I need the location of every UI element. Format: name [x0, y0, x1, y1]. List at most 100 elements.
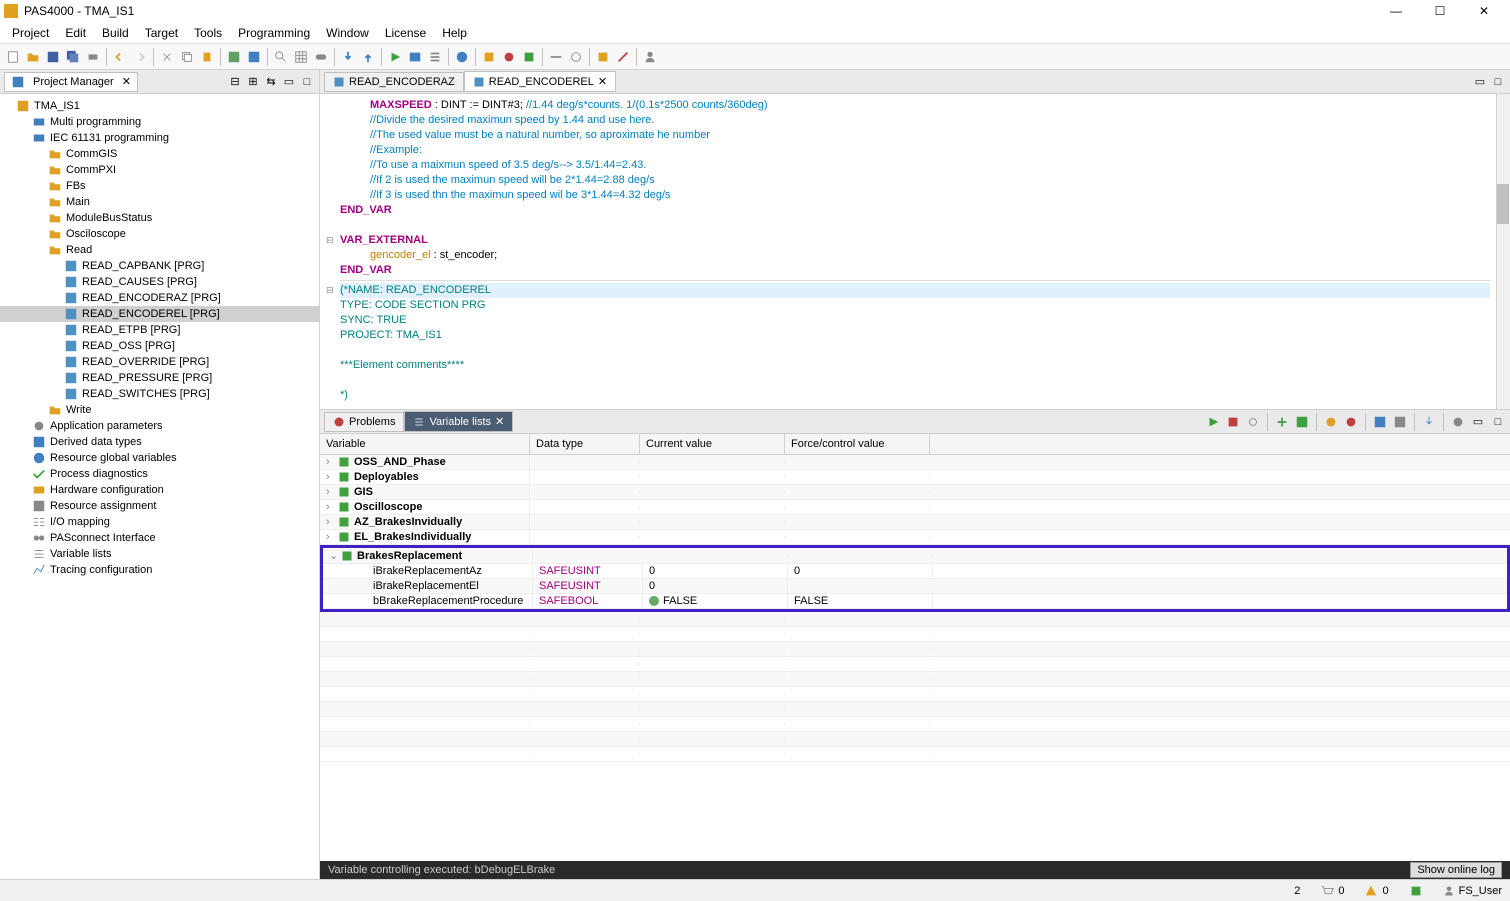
- copy-icon[interactable]: [178, 48, 196, 66]
- tree-res-assign[interactable]: Resource assignment: [0, 498, 319, 514]
- editor-tab-encoderaz[interactable]: READ_ENCODERAZ: [324, 72, 464, 92]
- add-icon[interactable]: [1274, 414, 1290, 430]
- max-bottom-icon[interactable]: □: [1490, 414, 1506, 430]
- tree-folder-commgis[interactable]: CommGIS: [0, 146, 319, 162]
- var-group-oscilloscope[interactable]: ›Oscilloscope: [320, 500, 1510, 515]
- stop-icon[interactable]: [1225, 414, 1241, 430]
- export-icon[interactable]: [1421, 414, 1437, 430]
- var-row-ibrakeel[interactable]: iBrakeReplacementElSAFEUSINT0: [323, 579, 1507, 594]
- close-tab-icon[interactable]: ✕: [598, 75, 607, 88]
- tree-folder-modulebus[interactable]: ModuleBusStatus: [0, 210, 319, 226]
- menu-help[interactable]: Help: [434, 24, 475, 42]
- status-connection[interactable]: [1409, 884, 1423, 898]
- tree-derived-types[interactable]: Derived data types: [0, 434, 319, 450]
- min-bottom-icon[interactable]: ▭: [1470, 414, 1486, 430]
- editor-scrollbar[interactable]: [1496, 94, 1510, 409]
- tree-prg-etpb[interactable]: READ_ETPB [PRG]: [0, 322, 319, 338]
- cut-icon[interactable]: [158, 48, 176, 66]
- status-cart[interactable]: 0: [1320, 884, 1344, 898]
- refresh-icon[interactable]: [1245, 414, 1261, 430]
- view1-icon[interactable]: [1372, 414, 1388, 430]
- expand-icon[interactable]: ›: [326, 501, 338, 513]
- tree-iec-prog[interactable]: IEC 61131 programming: [0, 130, 319, 146]
- expand-icon[interactable]: ›: [326, 471, 338, 483]
- tree-prg-oss[interactable]: READ_OSS [PRG]: [0, 338, 319, 354]
- find-icon[interactable]: [272, 48, 290, 66]
- settings-icon[interactable]: [1450, 414, 1466, 430]
- play-icon[interactable]: [386, 48, 404, 66]
- tree-folder-osciloscope[interactable]: Osciloscope: [0, 226, 319, 242]
- project-manager-tab[interactable]: Project Manager ✕: [4, 72, 138, 92]
- scrollbar-thumb[interactable]: [1497, 184, 1509, 224]
- tool6-icon[interactable]: [594, 48, 612, 66]
- tree-io-map[interactable]: I/O mapping: [0, 514, 319, 530]
- tree-prg-causes[interactable]: READ_CAUSES [PRG]: [0, 274, 319, 290]
- tree-folder-read[interactable]: Read: [0, 242, 319, 258]
- fold-icon[interactable]: ⊟: [326, 233, 334, 248]
- var-group-deployables[interactable]: ›Deployables: [320, 470, 1510, 485]
- tree-prg-switches[interactable]: READ_SWITCHES [PRG]: [0, 386, 319, 402]
- print-icon[interactable]: [84, 48, 102, 66]
- tab-variable-lists[interactable]: Variable lists ✕: [404, 411, 513, 432]
- tree-folder-commpxi[interactable]: CommPXI: [0, 162, 319, 178]
- header-force[interactable]: Force/control value: [785, 434, 930, 454]
- redo-icon[interactable]: [131, 48, 149, 66]
- show-online-log-button[interactable]: Show online log: [1410, 862, 1502, 878]
- tool7-icon[interactable]: [614, 48, 632, 66]
- undo-icon[interactable]: [111, 48, 129, 66]
- var-group-elbrakes[interactable]: ›EL_BrakesIndividually: [320, 530, 1510, 545]
- var-group-gis[interactable]: ›GIS: [320, 485, 1510, 500]
- collapse-icon[interactable]: ⌄: [329, 549, 341, 562]
- list-icon[interactable]: [426, 48, 444, 66]
- tool4-icon[interactable]: [547, 48, 565, 66]
- force-icon[interactable]: [1323, 414, 1339, 430]
- var-group-azbrakes[interactable]: ›AZ_BrakesInvidually: [320, 515, 1510, 530]
- user-icon[interactable]: [641, 48, 659, 66]
- close-button[interactable]: ✕: [1462, 0, 1506, 22]
- menu-edit[interactable]: Edit: [57, 24, 94, 42]
- paste-icon[interactable]: [198, 48, 216, 66]
- menu-programming[interactable]: Programming: [230, 24, 318, 42]
- tool5-icon[interactable]: [567, 48, 585, 66]
- globe-icon[interactable]: [453, 48, 471, 66]
- unforce-icon[interactable]: [1343, 414, 1359, 430]
- download-icon[interactable]: [339, 48, 357, 66]
- expand-icon[interactable]: ›: [326, 456, 338, 468]
- status-warn[interactable]: 0: [1364, 884, 1388, 898]
- add-var-icon[interactable]: [1294, 414, 1310, 430]
- expand-icon[interactable]: ›: [326, 486, 338, 498]
- tree-folder-fbs[interactable]: FBs: [0, 178, 319, 194]
- menu-window[interactable]: Window: [318, 24, 377, 42]
- expand-all-icon[interactable]: ⊞: [245, 74, 261, 90]
- tree-root[interactable]: TMA_IS1: [0, 98, 319, 114]
- tree-folder-main[interactable]: Main: [0, 194, 319, 210]
- tree-prg-encoderaz[interactable]: READ_ENCODERAZ [PRG]: [0, 290, 319, 306]
- open-icon[interactable]: [24, 48, 42, 66]
- close-panel-icon[interactable]: ✕: [122, 75, 131, 88]
- upload-icon[interactable]: [359, 48, 377, 66]
- menu-build[interactable]: Build: [94, 24, 137, 42]
- tree-pasconnect[interactable]: PASconnect Interface: [0, 530, 319, 546]
- tree-var-lists[interactable]: Variable lists: [0, 546, 319, 562]
- menu-project[interactable]: Project: [4, 24, 57, 42]
- variable-table[interactable]: Variable Data type Current value Force/c…: [320, 434, 1510, 861]
- max-editor-icon[interactable]: □: [1490, 74, 1506, 90]
- tool2-icon[interactable]: [500, 48, 518, 66]
- menu-license[interactable]: License: [377, 24, 434, 42]
- minimize-button[interactable]: —: [1374, 0, 1418, 22]
- table-icon[interactable]: [406, 48, 424, 66]
- view2-icon[interactable]: [1392, 414, 1408, 430]
- menu-target[interactable]: Target: [137, 24, 186, 42]
- expand-icon[interactable]: ›: [326, 531, 338, 543]
- tree-app-params[interactable]: Application parameters: [0, 418, 319, 434]
- menu-tools[interactable]: Tools: [186, 24, 230, 42]
- save-all-icon[interactable]: [64, 48, 82, 66]
- build-icon[interactable]: [225, 48, 243, 66]
- expand-icon[interactable]: ›: [326, 516, 338, 528]
- header-variable[interactable]: Variable: [320, 434, 530, 454]
- tree-multi-prog[interactable]: Multi programming: [0, 114, 319, 130]
- toggle-icon[interactable]: [312, 48, 330, 66]
- save-icon[interactable]: [44, 48, 62, 66]
- tree-hw-config[interactable]: Hardware configuration: [0, 482, 319, 498]
- tool1-icon[interactable]: [480, 48, 498, 66]
